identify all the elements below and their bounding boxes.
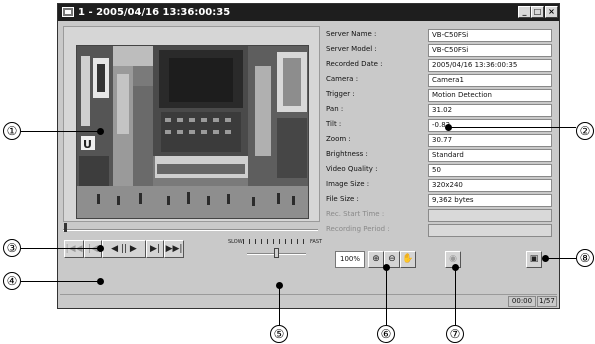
leader-line-1 xyxy=(21,131,101,132)
info-label: Trigger : xyxy=(326,90,355,98)
info-label: Zoom : xyxy=(326,135,351,143)
speed-ticks xyxy=(243,239,307,244)
callout-8: ⑧ xyxy=(576,249,594,267)
leader-line-6 xyxy=(386,270,387,325)
last-frame-button[interactable]: ▶▶| xyxy=(164,240,184,258)
info-label: Tilt : xyxy=(326,120,342,128)
info-value xyxy=(428,209,552,222)
leader-dot-3 xyxy=(97,245,104,252)
info-row-zoom: Zoom : 30.77 xyxy=(324,133,556,148)
page-root: 1 - 2005/04/16 13:36:00:35 _ □ × U Serve… xyxy=(0,0,595,344)
info-value: Standard xyxy=(428,149,552,162)
info-value: VB-C50FSi xyxy=(428,44,552,57)
info-value: Motion Detection xyxy=(428,89,552,102)
leader-line-4 xyxy=(21,281,101,282)
leader-dot-4 xyxy=(97,278,104,285)
maximize-button[interactable]: □ xyxy=(531,6,544,18)
info-row-server-model: Server Model : VB-C50FSi xyxy=(324,43,556,58)
leader-dot-8 xyxy=(542,255,549,262)
info-row-tilt: Tilt : -0.82 xyxy=(324,118,556,133)
info-panel: Server Name : VB-C50FSi Server Model : V… xyxy=(324,26,556,222)
info-label: File Size : xyxy=(326,195,359,203)
callout-3: ③ xyxy=(3,239,21,257)
close-button[interactable]: × xyxy=(545,6,558,18)
info-row-brightness: Brightness : Standard xyxy=(324,148,556,163)
title-bar[interactable]: 1 - 2005/04/16 13:36:00:35 _ □ × xyxy=(58,4,559,21)
svg-text:U: U xyxy=(83,138,92,151)
display-button[interactable]: ▣ xyxy=(526,251,542,268)
speed-slow-label: SLOW xyxy=(228,239,243,245)
callout-7: ⑦ xyxy=(446,325,464,343)
playback-button[interactable]: ◀ || ▶ xyxy=(102,240,146,258)
street-scene-image: U xyxy=(77,46,308,218)
leader-dot-5 xyxy=(276,282,283,289)
info-value: 9,362 bytes xyxy=(428,194,552,207)
info-row-recorded-date: Recorded Date : 2005/04/16 13:36:00:35 xyxy=(324,58,556,73)
info-value: 320x240 xyxy=(428,179,552,192)
info-row-rec-start-time: Rec. Start Time : xyxy=(324,208,556,223)
info-label: Camera : xyxy=(326,75,359,83)
leader-line-2 xyxy=(450,127,576,128)
info-row-server-name: Server Name : VB-C50FSi xyxy=(324,28,556,43)
info-row-camera: Camera : Camera1 xyxy=(324,73,556,88)
info-label: Pan : xyxy=(326,105,344,113)
callout-4: ④ xyxy=(3,272,21,290)
hand-tool-button[interactable]: ✋ xyxy=(400,251,416,268)
minimize-button[interactable]: _ xyxy=(518,6,531,18)
info-label: Server Name : xyxy=(326,30,377,38)
info-label: Image Size : xyxy=(326,180,370,188)
zoom-level: 100% xyxy=(335,251,365,268)
zoom-in-button[interactable]: ⊕ xyxy=(368,251,384,268)
leader-line-7 xyxy=(455,270,456,325)
leader-dot-2 xyxy=(445,124,452,131)
video-image[interactable]: U xyxy=(76,45,309,219)
status-time: 00:00 xyxy=(508,296,536,307)
info-row-file-size: File Size : 9,362 bytes xyxy=(324,193,556,208)
callout-5: ⑤ xyxy=(270,325,288,343)
app-icon xyxy=(62,7,74,17)
callout-2: ② xyxy=(576,122,594,140)
status-frame-count: 1/57 xyxy=(537,296,557,307)
info-value: 31.02 xyxy=(428,104,552,117)
info-label: Recording Period : xyxy=(326,225,390,233)
info-row-pan: Pan : 31.02 xyxy=(324,103,556,118)
info-value: Camera1 xyxy=(428,74,552,87)
callout-1: ① xyxy=(3,122,21,140)
speed-fast-label: FAST xyxy=(310,239,323,245)
info-row-trigger: Trigger : Motion Detection xyxy=(324,88,556,103)
seek-bar[interactable] xyxy=(63,229,318,231)
info-label: Brightness : xyxy=(326,150,368,158)
leader-line-3 xyxy=(21,248,101,249)
info-row-video-quality: Video Quality : 50 xyxy=(324,163,556,178)
info-label: Video Quality : xyxy=(326,165,378,173)
window-title: 1 - 2005/04/16 13:36:00:35 xyxy=(78,7,231,18)
leader-dot-7 xyxy=(452,264,459,271)
next-frame-button[interactable]: ▶| xyxy=(146,240,164,258)
status-bar: 00:00 1/57 xyxy=(60,294,557,307)
info-label: Rec. Start Time : xyxy=(326,210,385,218)
speed-slider-thumb[interactable] xyxy=(274,248,279,258)
leader-dot-6 xyxy=(383,264,390,271)
first-frame-button[interactable]: |◀◀ xyxy=(64,240,84,258)
video-frame: U xyxy=(63,26,320,222)
info-value xyxy=(428,224,552,237)
seek-thumb[interactable] xyxy=(64,223,67,232)
info-value: VB-C50FSi xyxy=(428,29,552,42)
info-value: 50 xyxy=(428,164,552,177)
info-row-image-size: Image Size : 320x240 xyxy=(324,178,556,193)
callout-6: ⑥ xyxy=(377,325,395,343)
leader-line-5 xyxy=(279,285,280,325)
info-value: 2005/04/16 13:36:00:35 xyxy=(428,59,552,72)
leader-line-8 xyxy=(546,258,576,259)
leader-dot-1 xyxy=(97,128,104,135)
info-value: 30.77 xyxy=(428,134,552,147)
viewer-window: 1 - 2005/04/16 13:36:00:35 _ □ × U Serve… xyxy=(57,3,560,309)
info-label: Recorded Date : xyxy=(326,60,383,68)
info-label: Server Model : xyxy=(326,45,377,53)
info-row-recording-period: Recording Period : xyxy=(324,223,556,238)
